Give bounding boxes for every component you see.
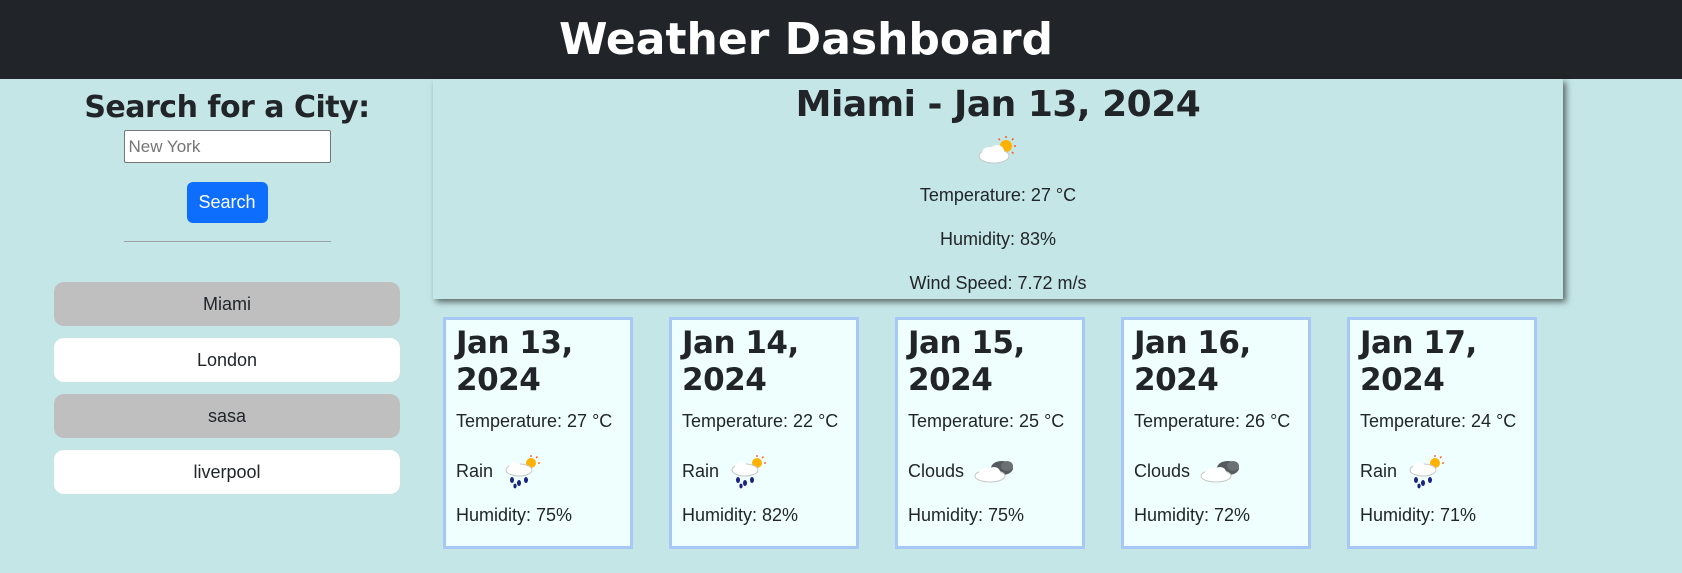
forecast-date: Jan 13, 2024 xyxy=(456,325,573,398)
forecast-humidity: Humidity: 71% xyxy=(1360,505,1477,525)
search-sidebar: Search for a City: Search Miami London s… xyxy=(54,79,400,506)
forecast-date: Jan 17, 2024 xyxy=(1360,325,1477,398)
city-search-input[interactable] xyxy=(123,130,331,163)
history-item-london[interactable]: London xyxy=(54,338,400,382)
forecast-card: Jan 14, 2024 Temperature: 22 °C Rain Humi… xyxy=(669,317,859,549)
forecast-temperature: Temperature: 24 °C xyxy=(1360,411,1517,431)
search-button[interactable]: Search xyxy=(186,182,268,223)
forecast-date: Jan 15, 2024 xyxy=(908,325,1025,398)
forecast-row: Jan 13, 2024 Temperature: 27 °C Rain Humi… xyxy=(443,317,1543,549)
page-title: Weather Dashboard xyxy=(558,14,1054,65)
forecast-condition-label: Clouds xyxy=(1134,460,1191,481)
history-item-liverpool[interactable]: liverpool xyxy=(54,450,400,494)
search-history: Miami London sasa liverpool xyxy=(54,282,400,494)
forecast-condition-label: Rain xyxy=(682,460,720,481)
forecast-temperature: Temperature: 27 °C xyxy=(456,411,613,431)
rain-sun-icon xyxy=(731,455,767,489)
rain-sun-icon xyxy=(1409,455,1445,489)
current-city-date: Miami - Jan 13, 2024 xyxy=(795,84,1201,125)
forecast-condition: Clouds xyxy=(1134,449,1298,493)
forecast-humidity: Humidity: 82% xyxy=(682,505,799,525)
forecast-date: Jan 16, 2024 xyxy=(1134,325,1251,398)
forecast-condition: Rain xyxy=(456,449,620,493)
forecast-temperature: Temperature: 26 °C xyxy=(1134,411,1291,431)
forecast-condition: Clouds xyxy=(908,449,1072,493)
current-weather-panel: Miami - Jan 13, 2024 Temperature: 27 °C … xyxy=(433,79,1563,299)
forecast-condition-label: Clouds xyxy=(908,460,965,481)
divider xyxy=(123,241,331,242)
current-wind-speed: Wind Speed: 7.72 m/s xyxy=(909,273,1087,293)
forecast-card: Jan 16, 2024 Temperature: 26 °C Clouds Hu… xyxy=(1121,317,1311,549)
dark-clouds-icon xyxy=(974,461,1014,483)
forecast-temperature: Temperature: 25 °C xyxy=(908,411,1065,431)
current-humidity: Humidity: 83% xyxy=(939,229,1057,249)
forecast-temperature: Temperature: 22 °C xyxy=(682,411,839,431)
forecast-condition: Rain xyxy=(1360,449,1524,493)
rain-sun-icon xyxy=(505,455,541,489)
forecast-card: Jan 13, 2024 Temperature: 27 °C Rain Humi… xyxy=(443,317,633,549)
history-item-miami[interactable]: Miami xyxy=(54,282,400,326)
forecast-card: Jan 17, 2024 Temperature: 24 °C Rain Humi… xyxy=(1347,317,1537,549)
forecast-condition-label: Rain xyxy=(456,460,494,481)
current-temperature: Temperature: 27 °C xyxy=(919,185,1077,205)
dark-clouds-icon xyxy=(1200,461,1240,483)
forecast-date: Jan 14, 2024 xyxy=(682,325,799,398)
forecast-card: Jan 15, 2024 Temperature: 25 °C Clouds Hu… xyxy=(895,317,1085,549)
search-heading: Search for a City: xyxy=(84,90,370,125)
forecast-humidity: Humidity: 72% xyxy=(1134,505,1251,525)
forecast-condition-label: Rain xyxy=(1360,460,1398,481)
forecast-humidity: Humidity: 75% xyxy=(908,505,1025,525)
forecast-humidity: Humidity: 75% xyxy=(456,505,573,525)
app-header: Weather Dashboard xyxy=(0,0,1682,79)
history-item-sasa[interactable]: sasa xyxy=(54,394,400,438)
forecast-condition: Rain xyxy=(682,449,846,493)
partly-cloudy-sun-icon xyxy=(978,136,1016,164)
